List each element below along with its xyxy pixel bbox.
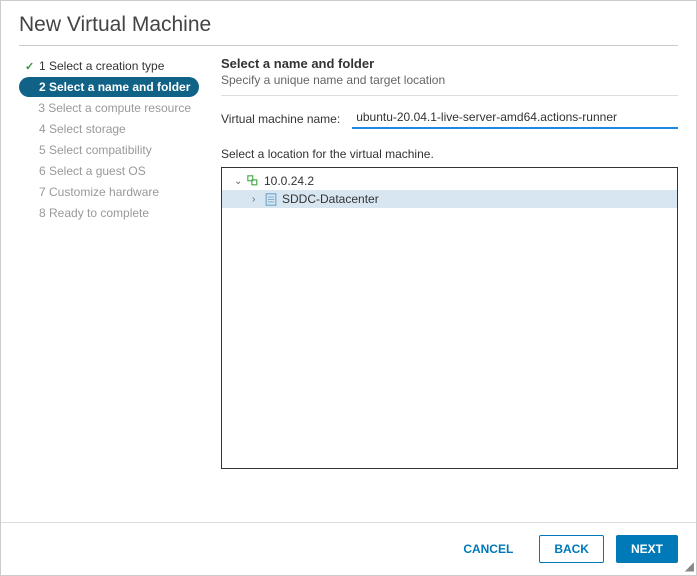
- step-5-compatibility: 5 Select compatibility: [19, 140, 199, 160]
- step-4-storage: 4 Select storage: [19, 119, 199, 139]
- checkmark-icon: ✓: [25, 60, 37, 73]
- step-label: 5 Select compatibility: [37, 143, 152, 157]
- step-3-compute-resource: 3 Select a compute resource: [19, 98, 199, 118]
- tree-child-datacenter[interactable]: › SDDC-Datacenter: [222, 190, 677, 208]
- next-button[interactable]: NEXT: [616, 535, 678, 563]
- tree-root-host[interactable]: ⌄ 10.0.24.2: [222, 172, 677, 190]
- panel-subheading: Specify a unique name and target locatio…: [221, 71, 678, 96]
- step-label: 4 Select storage: [37, 122, 126, 136]
- cancel-button[interactable]: CANCEL: [449, 536, 527, 562]
- chevron-right-icon[interactable]: ›: [252, 194, 264, 205]
- host-icon: [246, 174, 260, 188]
- datacenter-icon: [264, 192, 278, 206]
- step-7-customize-hardware: 7 Customize hardware: [19, 182, 199, 202]
- wizard-steps: ✓ 1 Select a creation type 2 Select a na…: [19, 56, 199, 469]
- back-button[interactable]: BACK: [539, 535, 604, 563]
- step-label: 1 Select a creation type: [37, 59, 164, 73]
- step-label: 3 Select a compute resource: [36, 101, 191, 115]
- panel-heading: Select a name and folder: [221, 56, 678, 71]
- step-1-creation-type[interactable]: ✓ 1 Select a creation type: [19, 56, 199, 76]
- step-label: 2 Select a name and folder: [37, 80, 190, 94]
- step-label: 8 Ready to complete: [37, 206, 149, 220]
- step-6-guest-os: 6 Select a guest OS: [19, 161, 199, 181]
- vm-name-label: Virtual machine name:: [221, 112, 352, 126]
- step-label: 7 Customize hardware: [37, 185, 159, 199]
- step-2-name-folder[interactable]: 2 Select a name and folder: [19, 77, 199, 97]
- tree-child-label: SDDC-Datacenter: [282, 192, 379, 206]
- dialog-title: New Virtual Machine: [19, 13, 678, 46]
- dialog-footer: CANCEL BACK NEXT: [1, 522, 696, 575]
- chevron-down-icon[interactable]: ⌄: [234, 176, 246, 187]
- vm-name-input[interactable]: [352, 108, 678, 129]
- step-8-ready-complete: 8 Ready to complete: [19, 203, 199, 223]
- step-label: 6 Select a guest OS: [37, 164, 146, 178]
- location-tree[interactable]: ⌄ 10.0.24.2 › SDDC-Datacenter: [221, 167, 678, 469]
- tree-root-label: 10.0.24.2: [264, 174, 314, 188]
- location-label: Select a location for the virtual machin…: [221, 147, 678, 161]
